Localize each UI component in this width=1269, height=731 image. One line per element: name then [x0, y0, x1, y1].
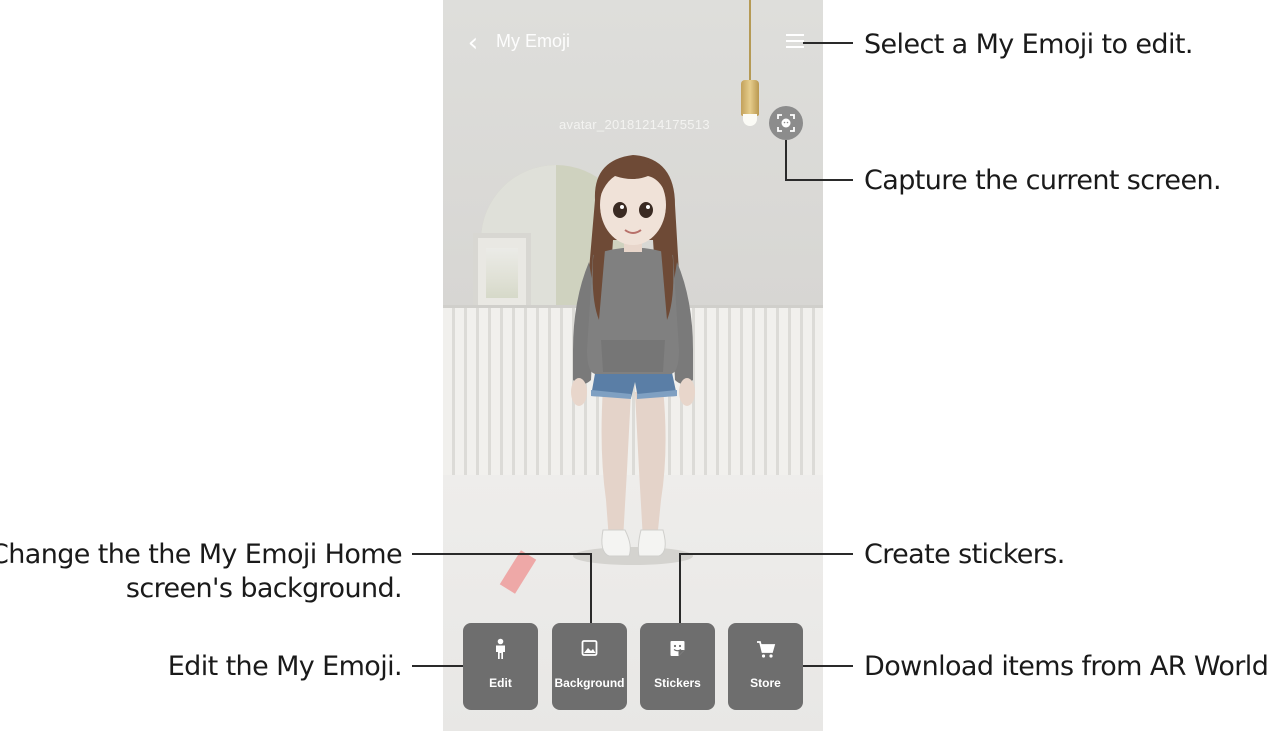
store-button[interactable]: Store: [728, 623, 803, 710]
cart-icon: [757, 641, 776, 658]
background-label: Background: [554, 676, 625, 690]
image-icon: [581, 640, 598, 656]
face-capture-icon[interactable]: [769, 106, 803, 140]
stickers-label: Stickers: [654, 676, 701, 690]
callout-line-background-vertical: [590, 553, 592, 623]
edit-label: Edit: [489, 676, 512, 690]
callout-capture: Capture the current screen.: [864, 165, 1222, 196]
background-button[interactable]: Background: [552, 623, 627, 710]
callout-line-store: [803, 665, 853, 667]
menu-icon[interactable]: [786, 34, 804, 50]
callout-background-line2: screen's background.: [125, 573, 403, 604]
sticker-icon: [670, 641, 685, 656]
callout-background-line1: Change the the My Emoji Home: [0, 539, 403, 570]
callout-line-stickers: [679, 553, 853, 555]
callout-stickers: Create stickers.: [864, 539, 1065, 570]
callout-edit: Edit the My Emoji.: [167, 651, 403, 682]
stickers-button[interactable]: Stickers: [640, 623, 715, 710]
callout-menu: Select a My Emoji to edit.: [864, 29, 1193, 60]
app-title: My Emoji: [496, 31, 571, 51]
edit-button[interactable]: Edit: [463, 623, 538, 710]
callout-line-stickers-vertical: [679, 553, 681, 623]
back-chevron-icon[interactable]: ‹: [461, 28, 485, 58]
phone-screen: ‹ My Emoji avatar_20181214175513 Edit Ba…: [443, 0, 823, 731]
store-label: Store: [750, 676, 781, 690]
callout-line-menu: [803, 42, 853, 44]
callout-line-background: [412, 553, 592, 555]
callout-line-capture-vertical: [785, 140, 787, 180]
avatar-name-label: avatar_20181214175513: [559, 117, 710, 132]
callout-line-edit: [412, 665, 463, 667]
callout-line-capture: [785, 179, 853, 181]
person-icon: [496, 638, 505, 659]
my-emoji-avatar[interactable]: [443, 0, 823, 731]
callout-store: Download items from AR World.: [864, 651, 1269, 682]
